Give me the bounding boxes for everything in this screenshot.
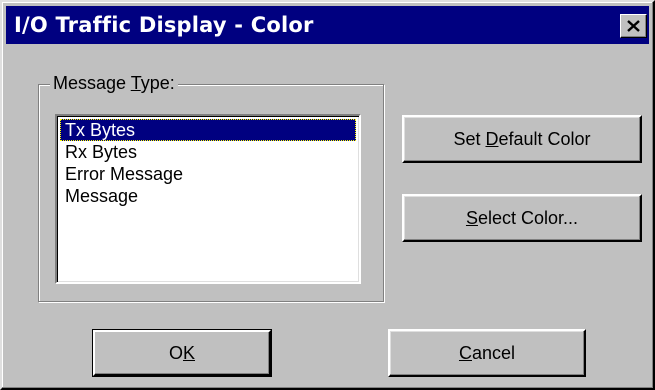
close-icon bbox=[627, 20, 640, 32]
message-type-listbox[interactable]: Tx Bytes Rx Bytes Error Message Message bbox=[55, 114, 361, 284]
select-color-button[interactable]: Select Color... bbox=[402, 194, 642, 242]
list-item-error-message[interactable]: Error Message bbox=[60, 163, 356, 185]
set-default-color-button[interactable]: Set Default Color bbox=[402, 115, 642, 163]
cancel-button[interactable]: Cancel bbox=[388, 329, 586, 377]
close-button[interactable] bbox=[620, 14, 647, 38]
ok-button[interactable]: OK bbox=[92, 329, 272, 377]
list-item-message[interactable]: Message bbox=[60, 185, 356, 207]
dialog-window: I/O Traffic Display - Color Message Type… bbox=[0, 0, 655, 390]
list-item-tx-bytes[interactable]: Tx Bytes bbox=[60, 119, 356, 141]
title-bar[interactable]: I/O Traffic Display - Color bbox=[6, 6, 649, 44]
message-type-label: Message Type: bbox=[50, 72, 178, 94]
window-title: I/O Traffic Display - Color bbox=[14, 13, 314, 37]
list-item-rx-bytes[interactable]: Rx Bytes bbox=[60, 141, 356, 163]
